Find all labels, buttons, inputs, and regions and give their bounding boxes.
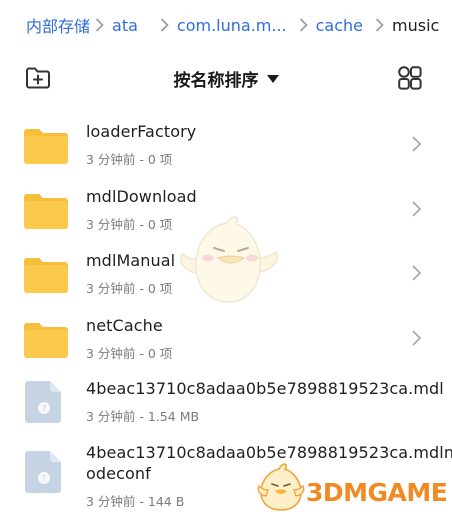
watermark-text: 3DMGAME — [306, 478, 448, 507]
breadcrumb-separator-icon — [375, 18, 384, 32]
breadcrumb: 内部存储 ata com.luna.m... cache music — [0, 0, 452, 50]
breadcrumb-com-luna[interactable]: com.luna.m... — [177, 16, 287, 35]
item-name: netCache — [86, 316, 163, 335]
item-meta: 3 分钟前 - 0 项 — [86, 152, 173, 167]
chevron-right-icon — [412, 330, 422, 346]
item-meta: 3 分钟前 - 1.54 MB — [86, 409, 200, 424]
svg-text:?: ? — [42, 405, 47, 415]
item-meta: 3 分钟前 - 144 B — [86, 494, 185, 509]
file-icon: ? — [25, 381, 61, 423]
item-name: mdlManual — [86, 251, 176, 270]
list-item-folder[interactable]: netCache 3 分钟前 - 0 项 — [0, 312, 452, 376]
item-name: mdlDownload — [86, 187, 197, 206]
mascot-watermark-icon — [180, 216, 278, 303]
grid-view-icon[interactable] — [396, 64, 424, 92]
svg-text:?: ? — [42, 475, 47, 485]
folder-icon — [24, 194, 68, 229]
mascot-logo-icon — [257, 463, 305, 511]
item-meta: 3 分钟前 - 0 项 — [86, 346, 173, 361]
list-item-folder[interactable]: loaderFactory 3 分钟前 - 0 项 — [0, 118, 452, 182]
sort-label: 按名称排序 — [173, 71, 259, 91]
breadcrumb-cache[interactable]: cache — [316, 16, 363, 35]
sort-dropdown[interactable]: 按名称排序 — [0, 66, 452, 91]
chevron-right-icon — [412, 136, 422, 152]
caret-down-icon — [266, 75, 279, 83]
folder-icon — [24, 129, 68, 164]
breadcrumb-internal-storage[interactable]: 内部存储 — [26, 13, 90, 37]
breadcrumb-separator-icon — [299, 18, 308, 32]
chevron-right-icon — [412, 201, 422, 217]
item-name: 4beac13710c8adaa0b5e7898819523ca.mdl — [86, 379, 444, 398]
item-name-line-2: odeconf — [86, 464, 151, 483]
item-name-line-1: 4beac13710c8adaa0b5e7898819523ca.mdln — [86, 443, 452, 462]
list-item-file[interactable]: ? 4beac13710c8adaa0b5e7898819523ca.mdl 3… — [0, 376, 452, 440]
breadcrumb-separator-icon — [95, 18, 104, 32]
file-icon: ? — [25, 451, 61, 493]
folder-icon — [24, 258, 68, 293]
breadcrumb-music: music — [392, 15, 440, 35]
item-name: loaderFactory — [86, 122, 197, 141]
breadcrumb-separator-icon — [160, 18, 169, 32]
breadcrumb-ata[interactable]: ata — [112, 16, 138, 35]
item-meta: 3 分钟前 - 0 项 — [86, 281, 173, 296]
chevron-right-icon — [412, 265, 422, 281]
folder-icon — [24, 323, 68, 358]
toolbar: 按名称排序 — [0, 56, 452, 100]
item-meta: 3 分钟前 - 0 项 — [86, 217, 173, 232]
